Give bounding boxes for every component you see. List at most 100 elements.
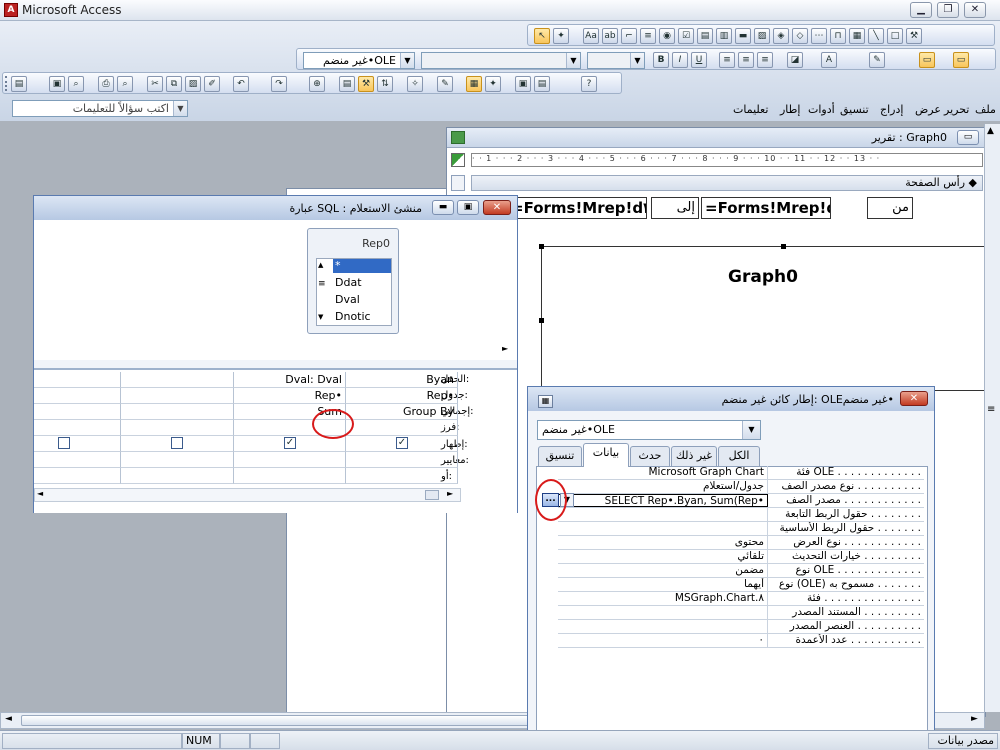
show-checkbox[interactable]	[171, 437, 183, 449]
scroll-thumb[interactable]	[425, 490, 439, 500]
scroll-up-icon[interactable]: ▲	[987, 126, 994, 136]
grid-cell-or[interactable]	[34, 468, 121, 484]
scroll-thumb[interactable]: ≡	[318, 279, 326, 289]
graph-object[interactable]: Graph0	[541, 246, 985, 391]
grid-cell-criteria[interactable]	[121, 452, 234, 468]
property-row[interactable]: حقول الربط التابعة . . . . . . . .	[558, 508, 924, 522]
vertical-scrollbar[interactable]: ▲ ≡	[984, 124, 1000, 712]
more-controls-icon[interactable]: ⚒	[906, 28, 922, 44]
grid-cell-criteria[interactable]	[346, 452, 458, 468]
close-icon[interactable]: ✕	[964, 2, 986, 18]
object-select[interactable]: غير منضم•OLE ▼	[537, 420, 761, 440]
menu-edit[interactable]: تحرير	[944, 103, 969, 116]
combo-tool-icon[interactable]: ▤	[697, 28, 713, 44]
align-right-icon[interactable]: ≡	[757, 52, 773, 68]
grid-cell-criteria[interactable]	[34, 452, 121, 468]
option-group-icon[interactable]: ⌐	[621, 28, 637, 44]
paste-icon[interactable]: ▨	[185, 76, 201, 92]
subform-icon[interactable]: ▦	[849, 28, 865, 44]
italic-button[interactable]: I	[672, 52, 688, 68]
field-list-icon[interactable]: ▤	[339, 76, 355, 92]
toolbox-icon[interactable]: ⚒	[358, 76, 374, 92]
grid-cell-table[interactable]: Rep•	[234, 388, 346, 404]
align-left-icon[interactable]: ≡	[719, 52, 735, 68]
property-row[interactable]: محتوى نوع العرض . . . . . . . . . . . .	[558, 536, 924, 550]
menu-view[interactable]: عرض	[915, 103, 941, 116]
line-tool-icon[interactable]: ╲	[868, 28, 884, 44]
property-value[interactable]: جدول/استعلام	[558, 480, 768, 493]
grid-cell-or[interactable]	[234, 468, 346, 484]
to-date-field[interactable]: =Forms!Mrep!d٢	[507, 197, 647, 219]
show-checkbox[interactable]	[58, 437, 70, 449]
scroll-right-icon[interactable]: ►	[447, 489, 453, 498]
scroll-up-icon[interactable]: ▲	[318, 261, 323, 269]
grid-cell-field[interactable]: Dval: Dval	[234, 372, 346, 388]
close-icon[interactable]: ✕	[483, 200, 511, 215]
tab-data[interactable]: بيانات	[583, 443, 629, 467]
grid-cell-field[interactable]: Byan	[346, 372, 458, 388]
grid-cell-table[interactable]: Rep•	[346, 388, 458, 404]
hyperlink-icon[interactable]: ⊕	[309, 76, 325, 92]
grid-cell-total[interactable]	[121, 404, 234, 420]
save-icon[interactable]: ▣	[49, 76, 65, 92]
minimize-icon[interactable]: ▬	[432, 200, 454, 215]
show-checkbox[interactable]: ✓	[284, 437, 296, 449]
property-row[interactable]: جدول/استعلام نوع مصدر الصف . . . . . . . …	[558, 480, 924, 494]
format-painter-icon[interactable]: ✐	[204, 76, 220, 92]
property-value[interactable]: مضمن	[558, 564, 768, 577]
scroll-left-icon[interactable]: ◄	[5, 714, 12, 724]
grid-cell-field[interactable]	[34, 372, 121, 388]
image-tool-icon[interactable]: ▨	[754, 28, 770, 44]
select-pointer-icon[interactable]: ↖	[534, 28, 550, 44]
scroll-right-icon[interactable]: ►	[502, 344, 508, 353]
search-file-icon[interactable]: ⌕	[68, 76, 84, 92]
property-row[interactable]: MSGraph.Chart.٨ فئة . . . . . . . . . . .…	[558, 592, 924, 606]
size-combo[interactable]: ▼	[587, 52, 645, 69]
tab-control-icon[interactable]: ⊓	[830, 28, 846, 44]
to-label[interactable]: إلى	[651, 197, 699, 219]
from-label[interactable]: من	[867, 197, 913, 219]
property-value[interactable]: محتوى	[558, 536, 768, 549]
grid-cell-or[interactable]	[346, 468, 458, 484]
property-value[interactable]	[558, 508, 768, 521]
section-selector[interactable]	[451, 175, 465, 191]
scroll-right-icon[interactable]: ►	[971, 714, 978, 724]
menu-help[interactable]: تعليمات	[733, 103, 768, 116]
close-icon[interactable]: ✕	[900, 391, 928, 406]
property-row[interactable]: العنصر المصدر . . . . . . . . . .	[558, 620, 924, 634]
property-value[interactable]: MSGraph.Chart.٨	[558, 592, 768, 605]
property-value[interactable]: أيهما	[558, 578, 768, 591]
show-checkbox[interactable]: ✓	[396, 437, 408, 449]
field-list-item[interactable]: *	[333, 259, 391, 273]
page-break-icon[interactable]: ⋯	[811, 28, 827, 44]
underline-button[interactable]: U	[691, 52, 707, 68]
property-row[interactable]: حقول الربط الأساسية . . . . . . .	[558, 522, 924, 536]
toolbar-grip[interactable]	[5, 76, 8, 91]
grid-cell-total[interactable]: Group By	[346, 404, 458, 420]
view-icon[interactable]: ▤	[11, 76, 27, 92]
property-row[interactable]: تلقائي خيارات التحديث . . . . . . . . .	[558, 550, 924, 564]
scroll-down-icon[interactable]: ▼	[318, 313, 323, 321]
grid-cell-table[interactable]	[121, 388, 234, 404]
grid-cell-criteria[interactable]	[234, 452, 346, 468]
restore-icon[interactable]: ▭	[957, 130, 979, 145]
unbound-frame-icon[interactable]: ◈	[773, 28, 789, 44]
resize-handle[interactable]	[781, 244, 786, 249]
page-header-band[interactable]: رأس الصفحة ◆	[471, 175, 983, 191]
command-button-icon[interactable]: ▬	[735, 28, 751, 44]
property-value[interactable]	[558, 606, 768, 619]
from-date-field[interactable]: =Forms!Mrep!d١	[701, 197, 831, 219]
property-value[interactable]	[558, 522, 768, 535]
tab-event[interactable]: حدث	[630, 446, 670, 466]
line-width-icon[interactable]: ▭	[919, 52, 935, 68]
property-row[interactable]: مضمن نوع OLE . . . . . . . . . . . . .	[558, 564, 924, 578]
field-list-item[interactable]: Ddat	[333, 276, 391, 289]
field-list-item[interactable]: Dnotic	[333, 310, 391, 323]
property-row[interactable]: ٠ عدد الأعمدة . . . . . . . . . . .	[558, 634, 924, 648]
menu-file[interactable]: ملف	[975, 103, 996, 116]
property-row[interactable]: SELECT Rep•.Byan, Sum(Rep• مصدر الصف . . …	[558, 494, 924, 508]
resize-handle[interactable]	[539, 318, 544, 323]
tab-all[interactable]: الكل	[718, 446, 760, 466]
scroll-left-icon[interactable]: ◄	[37, 489, 43, 498]
bound-frame-icon[interactable]: ◇	[792, 28, 808, 44]
